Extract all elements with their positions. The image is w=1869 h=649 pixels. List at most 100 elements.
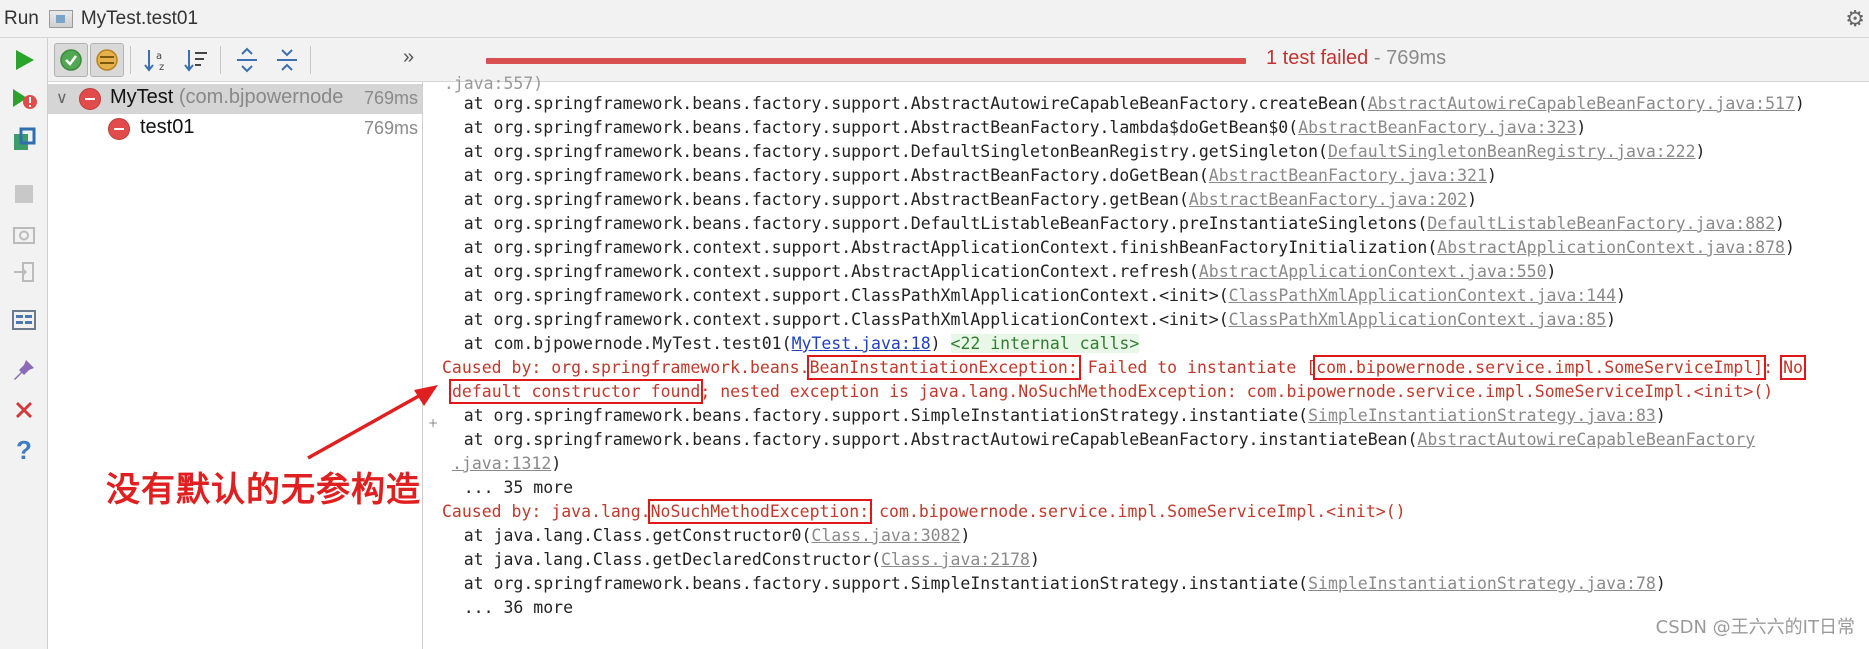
pin-tab-button[interactable]: [8, 354, 40, 386]
failed-count: 1 test failed: [1266, 47, 1369, 69]
test-failed-icon: [108, 118, 130, 140]
test-progress-bar: [486, 58, 1246, 64]
console-line: .java:1312): [452, 454, 562, 473]
highlight-box: default constructor found: [448, 379, 704, 404]
show-ignored-button[interactable]: [90, 43, 124, 77]
console-line: at org.springframework.beans.factory.sup…: [424, 214, 1785, 233]
gear-icon[interactable]: ⚙: [1845, 6, 1865, 32]
console-line: at org.springframework.beans.factory.sup…: [424, 190, 1477, 209]
help-icon: ?: [16, 434, 32, 465]
collapse-all-icon: [277, 49, 297, 71]
caused-by-line: default constructor found; nested except…: [448, 379, 1774, 404]
stack-link[interactable]: ClassPathXmlApplicationContext.java:144: [1229, 286, 1616, 305]
test-class-package: (com.bjpowernode: [173, 86, 344, 108]
stack-link[interactable]: DefaultSingletonBeanRegistry.java:222: [1328, 142, 1696, 161]
run-label: Run: [4, 7, 39, 29]
rerun-button[interactable]: [8, 44, 40, 76]
stack-link[interactable]: SimpleInstantiationStrategy.java:78: [1308, 574, 1656, 593]
test-class-time: 769ms: [363, 88, 418, 108]
run-titlebar: Run MyTest.test01 ⚙: [0, 0, 1869, 38]
highlight-box: BeanInstantiationException:: [806, 355, 1081, 380]
check-circle-icon: [60, 49, 82, 71]
chevron-down-icon[interactable]: ∨: [56, 88, 68, 108]
stack-link[interactable]: AbstractAutowireCapableBeanFactory.java:…: [1368, 94, 1795, 113]
source-link[interactable]: MyTest.java:18: [792, 334, 931, 353]
annotation-text: 没有默认的无参构造: [106, 470, 421, 510]
console-line: at org.springframework.beans.factory.sup…: [424, 166, 1497, 185]
console-line: at com.bjpowernode.MyTest.test01(MyTest.…: [424, 334, 1140, 353]
dump-threads-button[interactable]: [8, 218, 40, 250]
stack-link[interactable]: Class.java:2178: [881, 550, 1030, 569]
caused-by-line: Caused by: java.lang.NoSuchMethodExcepti…: [442, 499, 1406, 524]
pin-icon: [14, 360, 34, 380]
layout-button[interactable]: [8, 304, 40, 336]
run-config-icon: [48, 9, 73, 28]
highlight-box: com.bipowernode.service.impl.SomeService…: [1313, 355, 1767, 380]
watermark: CSDN @王六六的IT日常: [1655, 617, 1855, 638]
collapse-all-button[interactable]: [270, 43, 304, 77]
sort-alphabetically-button[interactable]: a z: [140, 43, 174, 77]
caused-by-line: Caused by: org.springframework.beans.Bea…: [442, 355, 1806, 380]
expand-all-icon: [237, 47, 257, 73]
console-output[interactable]: .java:557) at org.springframework.beans.…: [424, 74, 1869, 649]
highlight-box: No: [1780, 355, 1806, 380]
stop-button[interactable]: [8, 178, 40, 210]
sort-by-duration-button[interactable]: [180, 43, 214, 77]
layout-icon: [12, 310, 36, 330]
stack-link[interactable]: AbstractBeanFactory.java:321: [1209, 166, 1487, 185]
svg-text:z: z: [159, 62, 164, 73]
exit-button[interactable]: [8, 256, 40, 288]
svg-text:a: a: [156, 51, 162, 62]
stack-link[interactable]: Class.java:3082: [811, 526, 960, 545]
stack-link[interactable]: DefaultListableBeanFactory.java:882: [1427, 214, 1775, 233]
console-line: at org.springframework.beans.factory.sup…: [424, 94, 1805, 113]
console-line: at org.springframework.context.support.C…: [424, 286, 1627, 305]
total-time: - 769ms: [1368, 47, 1447, 69]
tree-item-test01[interactable]: test01 769ms: [48, 114, 422, 144]
stack-link[interactable]: AbstractApplicationContext.java:550: [1199, 262, 1547, 281]
console-line: at org.springframework.beans.factory.sup…: [424, 430, 1756, 449]
stack-link[interactable]: SimpleInstantiationStrategy.java:83: [1308, 406, 1656, 425]
help-button[interactable]: ?: [8, 434, 40, 466]
more-actions-icon[interactable]: »: [403, 46, 414, 69]
expand-all-button[interactable]: [230, 43, 264, 77]
show-passed-button[interactable]: [54, 43, 88, 77]
rerun-failed-button[interactable]: [8, 84, 40, 116]
tree-item-mytest[interactable]: ∨ MyTest (com.bjpowernode 769ms: [48, 84, 422, 114]
stack-link[interactable]: ClassPathXmlApplicationContext.java:85: [1229, 310, 1607, 329]
stack-link[interactable]: AbstractAutowireCapableBeanFactory: [1417, 430, 1755, 449]
internal-calls-toggle[interactable]: <22 internal calls>: [950, 334, 1140, 353]
console-line: at org.springframework.context.support.A…: [424, 238, 1795, 257]
highlight-box: NoSuchMethodException:: [647, 499, 873, 524]
test-status: 1 test failed - 769ms: [1266, 47, 1446, 70]
stack-link[interactable]: AbstractBeanFactory.java:323: [1298, 118, 1576, 137]
test-tree: ∨ MyTest (com.bjpowernode 769ms test01 7…: [48, 82, 423, 649]
stack-link[interactable]: AbstractBeanFactory.java:202: [1189, 190, 1467, 209]
test-failed-icon: [79, 88, 101, 110]
run-config-title: MyTest.test01: [80, 7, 199, 29]
close-icon: [15, 401, 33, 419]
console-line: ... 36 more: [424, 598, 574, 617]
auto-test-icon: [14, 127, 36, 150]
console-line: at org.springframework.beans.factory.sup…: [424, 118, 1587, 137]
ignored-icon: [96, 49, 118, 71]
console-line: at org.springframework.context.support.A…: [424, 262, 1557, 281]
annotation-arrow: [307, 385, 438, 460]
sort-alpha-icon: a z: [144, 50, 164, 73]
console-line: ... 35 more: [424, 478, 574, 497]
sort-duration-icon: [184, 50, 207, 72]
left-toolbar: ?: [0, 38, 48, 649]
console-line: at java.lang.Class.getConstructor0(Class…: [424, 526, 971, 545]
camera-icon: [13, 227, 35, 244]
console-line: at org.springframework.context.support.C…: [424, 310, 1617, 329]
stack-link[interactable]: .java:1312: [452, 454, 551, 473]
close-button[interactable]: [8, 394, 40, 426]
toggle-auto-test-button[interactable]: [8, 124, 40, 156]
stack-link[interactable]: AbstractApplicationContext.java:878: [1437, 238, 1785, 257]
test-method-name: test01: [140, 116, 195, 138]
test-class-name: MyTest: [110, 86, 174, 108]
play-icon: [16, 50, 34, 70]
console-line: at org.springframework.beans.factory.sup…: [424, 142, 1706, 161]
console-line: at org.springframework.beans.factory.sup…: [424, 406, 1666, 425]
console-line: at java.lang.Class.getDeclaredConstructo…: [424, 550, 1040, 569]
